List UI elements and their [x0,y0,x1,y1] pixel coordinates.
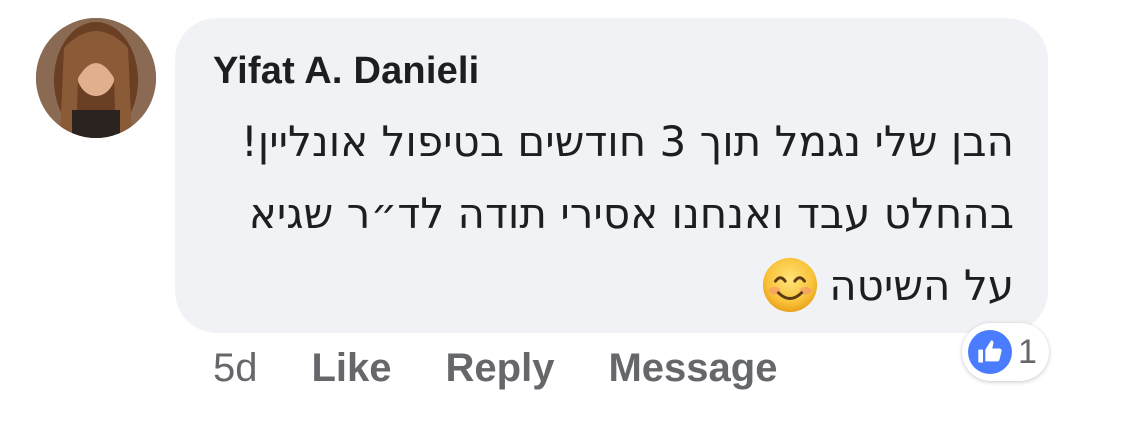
message-button[interactable]: Message [608,346,777,391]
avatar-photo [36,18,156,138]
thumbs-up-icon [968,330,1012,374]
comment-text: הבן שלי נגמל תוך 3 חודשים בטיפול אונליין… [205,106,1014,322]
comment-timestamp[interactable]: 5d [213,346,258,391]
smiling-face-icon [761,256,819,314]
comment-actions: 5d Like Reply Message [213,346,831,391]
comment-bubble: Yifat A. Danieli הבן שלי נגמל תוך 3 חודש… [175,18,1048,333]
reaction-count: 1 [1018,332,1037,371]
comment-author[interactable]: Yifat A. Danieli [213,50,479,93]
avatar[interactable] [36,18,156,138]
reaction-summary[interactable]: 1 [962,323,1049,381]
comment-message: הבן שלי נגמל תוך 3 חודשים בטיפול אונליין… [240,117,1014,310]
like-button[interactable]: Like [312,346,392,391]
reply-button[interactable]: Reply [446,346,555,391]
